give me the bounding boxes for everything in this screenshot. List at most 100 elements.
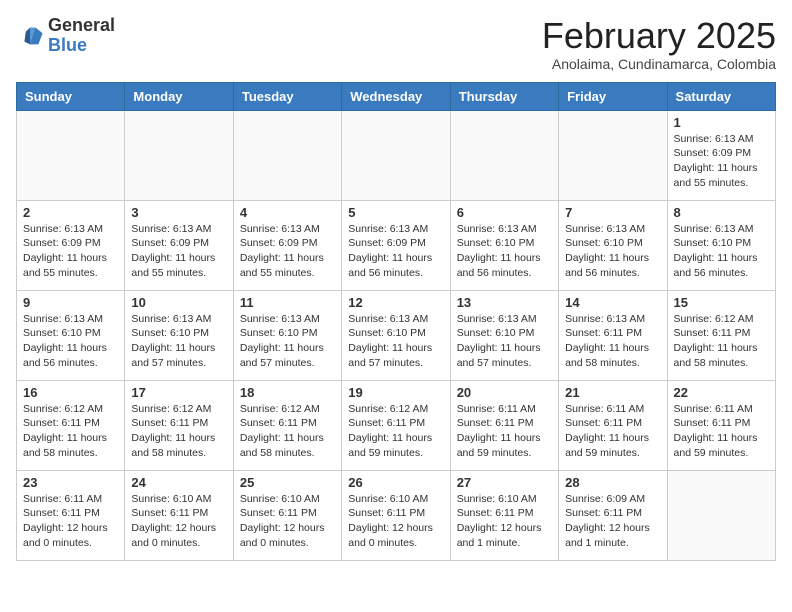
- day-info: Sunrise: 6:13 AM Sunset: 6:09 PM Dayligh…: [348, 222, 443, 281]
- day-header-wednesday: Wednesday: [342, 82, 450, 110]
- calendar-cell: 10 Sunrise: 6:13 AM Sunset: 6:10 PM Dayli…: [125, 290, 233, 380]
- logo-blue: Blue: [48, 35, 87, 55]
- location: Anolaima, Cundinamarca, Colombia: [542, 56, 776, 72]
- week-row-4: 23 Sunrise: 6:11 AM Sunset: 6:11 PM Dayli…: [17, 470, 776, 560]
- calendar-cell: 20 Sunrise: 6:11 AM Sunset: 6:11 PM Dayli…: [450, 380, 558, 470]
- day-info: Sunrise: 6:13 AM Sunset: 6:09 PM Dayligh…: [131, 222, 226, 281]
- day-number: 28: [565, 475, 660, 490]
- day-info: Sunrise: 6:13 AM Sunset: 6:09 PM Dayligh…: [674, 132, 769, 191]
- calendar-cell: 13 Sunrise: 6:13 AM Sunset: 6:10 PM Dayli…: [450, 290, 558, 380]
- day-number: 15: [674, 295, 769, 310]
- day-header-saturday: Saturday: [667, 82, 775, 110]
- calendar-cell: 25 Sunrise: 6:10 AM Sunset: 6:11 PM Dayli…: [233, 470, 341, 560]
- day-number: 13: [457, 295, 552, 310]
- day-info: Sunrise: 6:13 AM Sunset: 6:10 PM Dayligh…: [674, 222, 769, 281]
- day-info: Sunrise: 6:13 AM Sunset: 6:10 PM Dayligh…: [240, 312, 335, 371]
- day-info: Sunrise: 6:13 AM Sunset: 6:10 PM Dayligh…: [23, 312, 118, 371]
- day-number: 19: [348, 385, 443, 400]
- calendar-cell: 3 Sunrise: 6:13 AM Sunset: 6:09 PM Daylig…: [125, 200, 233, 290]
- day-info: Sunrise: 6:11 AM Sunset: 6:11 PM Dayligh…: [23, 492, 118, 551]
- day-info: Sunrise: 6:12 AM Sunset: 6:11 PM Dayligh…: [240, 402, 335, 461]
- day-number: 22: [674, 385, 769, 400]
- calendar: SundayMondayTuesdayWednesdayThursdayFrid…: [16, 82, 776, 561]
- day-number: 26: [348, 475, 443, 490]
- day-number: 25: [240, 475, 335, 490]
- day-number: 2: [23, 205, 118, 220]
- calendar-cell: 14 Sunrise: 6:13 AM Sunset: 6:11 PM Dayli…: [559, 290, 667, 380]
- week-row-1: 2 Sunrise: 6:13 AM Sunset: 6:09 PM Daylig…: [17, 200, 776, 290]
- day-info: Sunrise: 6:13 AM Sunset: 6:09 PM Dayligh…: [240, 222, 335, 281]
- day-number: 20: [457, 385, 552, 400]
- day-info: Sunrise: 6:13 AM Sunset: 6:10 PM Dayligh…: [131, 312, 226, 371]
- day-number: 18: [240, 385, 335, 400]
- day-info: Sunrise: 6:10 AM Sunset: 6:11 PM Dayligh…: [131, 492, 226, 551]
- calendar-cell: 11 Sunrise: 6:13 AM Sunset: 6:10 PM Dayli…: [233, 290, 341, 380]
- day-info: Sunrise: 6:12 AM Sunset: 6:11 PM Dayligh…: [131, 402, 226, 461]
- day-info: Sunrise: 6:11 AM Sunset: 6:11 PM Dayligh…: [457, 402, 552, 461]
- day-header-monday: Monday: [125, 82, 233, 110]
- day-info: Sunrise: 6:09 AM Sunset: 6:11 PM Dayligh…: [565, 492, 660, 551]
- day-info: Sunrise: 6:13 AM Sunset: 6:09 PM Dayligh…: [23, 222, 118, 281]
- calendar-cell: 28 Sunrise: 6:09 AM Sunset: 6:11 PM Dayli…: [559, 470, 667, 560]
- day-info: Sunrise: 6:13 AM Sunset: 6:10 PM Dayligh…: [457, 312, 552, 371]
- day-number: 8: [674, 205, 769, 220]
- calendar-cell: 19 Sunrise: 6:12 AM Sunset: 6:11 PM Dayli…: [342, 380, 450, 470]
- calendar-cell: 27Sunrise: 6:10 AM Sunset: 6:11 PM Dayli…: [450, 470, 558, 560]
- title-block: February 2025 Anolaima, Cundinamarca, Co…: [542, 16, 776, 72]
- calendar-cell: [342, 110, 450, 200]
- logo-text: General Blue: [48, 16, 115, 56]
- day-number: 12: [348, 295, 443, 310]
- day-number: 7: [565, 205, 660, 220]
- day-info: Sunrise: 6:11 AM Sunset: 6:11 PM Dayligh…: [565, 402, 660, 461]
- day-info: Sunrise: 6:13 AM Sunset: 6:11 PM Dayligh…: [565, 312, 660, 371]
- week-row-2: 9Sunrise: 6:13 AM Sunset: 6:10 PM Daylig…: [17, 290, 776, 380]
- day-number: 23: [23, 475, 118, 490]
- day-header-sunday: Sunday: [17, 82, 125, 110]
- day-number: 17: [131, 385, 226, 400]
- calendar-cell: 12 Sunrise: 6:13 AM Sunset: 6:10 PM Dayli…: [342, 290, 450, 380]
- month-title: February 2025: [542, 16, 776, 56]
- calendar-cell: 7 Sunrise: 6:13 AM Sunset: 6:10 PM Daylig…: [559, 200, 667, 290]
- calendar-cell: 17 Sunrise: 6:12 AM Sunset: 6:11 PM Dayli…: [125, 380, 233, 470]
- day-number: 21: [565, 385, 660, 400]
- day-info: Sunrise: 6:10 AM Sunset: 6:11 PM Dayligh…: [348, 492, 443, 551]
- day-number: 24: [131, 475, 226, 490]
- day-info: Sunrise: 6:13 AM Sunset: 6:10 PM Dayligh…: [565, 222, 660, 281]
- calendar-cell: 9Sunrise: 6:13 AM Sunset: 6:10 PM Daylig…: [17, 290, 125, 380]
- day-info: Sunrise: 6:13 AM Sunset: 6:10 PM Dayligh…: [348, 312, 443, 371]
- calendar-cell: 18 Sunrise: 6:12 AM Sunset: 6:11 PM Dayli…: [233, 380, 341, 470]
- calendar-cell: 22 Sunrise: 6:11 AM Sunset: 6:11 PM Dayli…: [667, 380, 775, 470]
- day-number: 16: [23, 385, 118, 400]
- day-number: 4: [240, 205, 335, 220]
- calendar-cell: 24 Sunrise: 6:10 AM Sunset: 6:11 PM Dayli…: [125, 470, 233, 560]
- day-number: 1: [674, 115, 769, 130]
- day-info: Sunrise: 6:12 AM Sunset: 6:11 PM Dayligh…: [23, 402, 118, 461]
- day-number: 5: [348, 205, 443, 220]
- day-number: 14: [565, 295, 660, 310]
- calendar-cell: 6Sunrise: 6:13 AM Sunset: 6:10 PM Daylig…: [450, 200, 558, 290]
- day-number: 10: [131, 295, 226, 310]
- calendar-cell: [667, 470, 775, 560]
- logo-icon: [16, 22, 44, 50]
- day-number: 3: [131, 205, 226, 220]
- page-header: General Blue February 2025 Anolaima, Cun…: [16, 16, 776, 72]
- day-info: Sunrise: 6:11 AM Sunset: 6:11 PM Dayligh…: [674, 402, 769, 461]
- calendar-cell: 4 Sunrise: 6:13 AM Sunset: 6:09 PM Daylig…: [233, 200, 341, 290]
- calendar-header-row: SundayMondayTuesdayWednesdayThursdayFrid…: [17, 82, 776, 110]
- day-info: Sunrise: 6:10 AM Sunset: 6:11 PM Dayligh…: [240, 492, 335, 551]
- day-info: Sunrise: 6:12 AM Sunset: 6:11 PM Dayligh…: [674, 312, 769, 371]
- logo: General Blue: [16, 16, 115, 56]
- calendar-cell: [559, 110, 667, 200]
- week-row-3: 16 Sunrise: 6:12 AM Sunset: 6:11 PM Dayli…: [17, 380, 776, 470]
- calendar-cell: 16 Sunrise: 6:12 AM Sunset: 6:11 PM Dayli…: [17, 380, 125, 470]
- day-header-friday: Friday: [559, 82, 667, 110]
- calendar-cell: [233, 110, 341, 200]
- day-number: 11: [240, 295, 335, 310]
- day-info: Sunrise: 6:12 AM Sunset: 6:11 PM Dayligh…: [348, 402, 443, 461]
- day-header-thursday: Thursday: [450, 82, 558, 110]
- calendar-cell: [17, 110, 125, 200]
- calendar-cell: 21 Sunrise: 6:11 AM Sunset: 6:11 PM Dayli…: [559, 380, 667, 470]
- day-number: 6: [457, 205, 552, 220]
- calendar-cell: 15 Sunrise: 6:12 AM Sunset: 6:11 PM Dayli…: [667, 290, 775, 380]
- day-header-tuesday: Tuesday: [233, 82, 341, 110]
